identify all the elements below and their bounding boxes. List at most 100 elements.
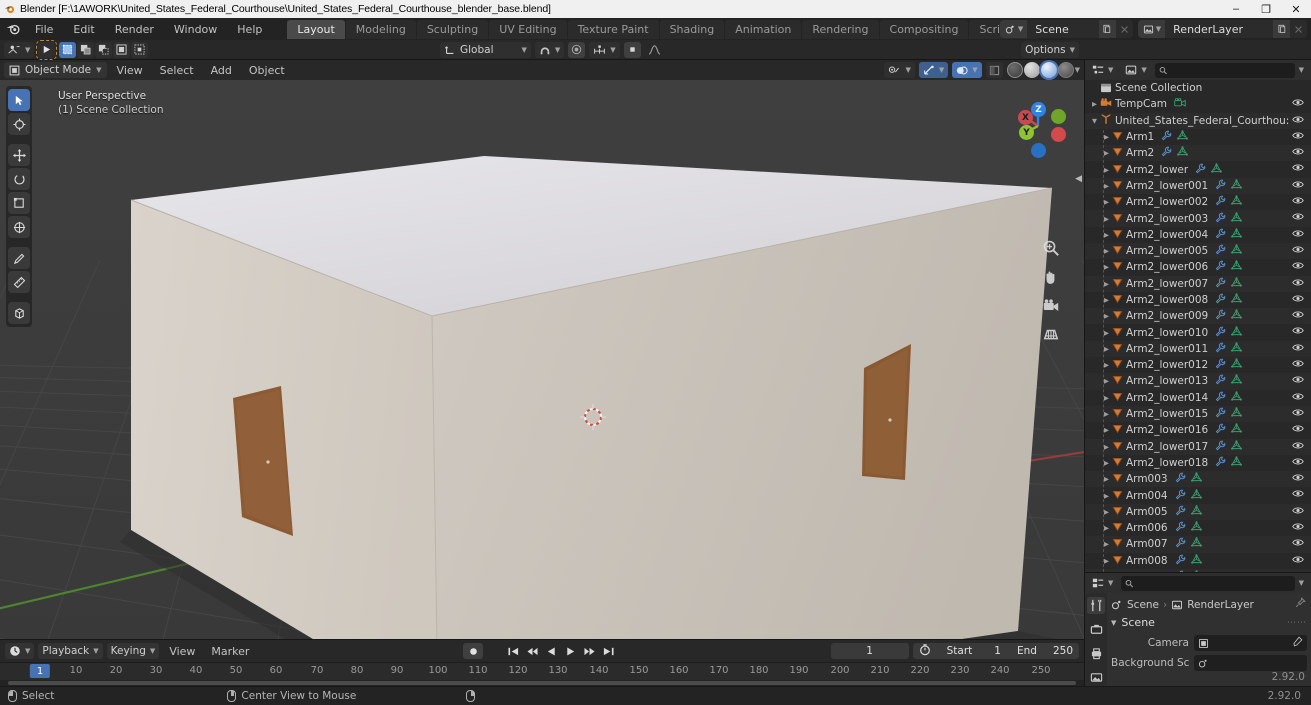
select-box-button[interactable] — [59, 41, 77, 58]
visibility-eye-icon[interactable] — [1292, 196, 1304, 208]
outliner-row[interactable]: ▶ Arm2_lower003 — [1085, 210, 1311, 227]
menu-window[interactable]: Window — [165, 21, 226, 38]
auto-keying-toggle[interactable] — [463, 643, 483, 659]
gizmo-axis-neg-y[interactable] — [1051, 109, 1066, 124]
viewport-options-button[interactable]: Options ▼ — [1021, 41, 1079, 58]
mesh-data-icon[interactable] — [1231, 260, 1243, 274]
visibility-eye-icon[interactable] — [1292, 180, 1304, 192]
outliner-row[interactable]: ▶ Arm2_lower004 — [1085, 227, 1311, 243]
select-subtract-button[interactable] — [95, 41, 113, 58]
next-keyframe-button[interactable] — [581, 643, 597, 659]
tool-cursor-icon[interactable] — [8, 113, 30, 135]
visibility-eye-icon[interactable] — [1292, 212, 1304, 224]
viewport-sidebar-toggle[interactable]: ◀ — [1075, 174, 1082, 184]
properties-search-box[interactable] — [1121, 575, 1295, 591]
modifier-wrench-icon[interactable] — [1215, 423, 1226, 437]
gizmo-axis-neg-x[interactable] — [1051, 127, 1066, 142]
tab-sculpting[interactable]: Sculpting — [416, 19, 489, 39]
outliner-search-box[interactable] — [1154, 62, 1295, 78]
shading-wireframe-button[interactable] — [1006, 62, 1023, 78]
outliner-row[interactable]: ▶ Arm006 — [1085, 520, 1311, 536]
visibility-eye-icon[interactable] — [1292, 245, 1304, 257]
visibility-eye-icon[interactable] — [1292, 392, 1304, 404]
mesh-data-icon[interactable] — [1231, 293, 1243, 307]
visibility-eye-icon[interactable] — [1292, 294, 1304, 306]
modifier-wrench-icon[interactable] — [1195, 163, 1206, 177]
overlays-selector[interactable]: ▼ — [952, 62, 982, 78]
expand-triangle[interactable]: ▶ — [1089, 100, 1100, 108]
3d-viewport[interactable]: User Perspective (1) Scene Collection Z … — [0, 80, 1084, 639]
mesh-data-icon[interactable] — [1190, 553, 1202, 568]
gizmo-selector[interactable]: ▼ — [918, 62, 949, 78]
outliner-row[interactable]: ▶ Arm2_lower009 — [1085, 308, 1311, 325]
mesh-data-icon[interactable] — [1231, 276, 1243, 291]
timeline-editor-type-selector[interactable]: ▼ — [5, 643, 35, 659]
viewlayer-datablock[interactable]: ▼ RenderLayer — [1137, 20, 1307, 38]
falloff-curve-icon[interactable] — [645, 42, 664, 58]
mesh-data-icon[interactable] — [1190, 537, 1202, 551]
modifier-wrench-icon[interactable] — [1215, 212, 1226, 226]
visibility-eye-icon[interactable] — [1292, 424, 1304, 436]
menu-file[interactable]: File — [26, 21, 62, 38]
tool-scale-icon[interactable] — [8, 192, 30, 214]
visibility-eye-icon[interactable] — [1292, 571, 1304, 572]
mesh-data-icon[interactable] — [1231, 456, 1243, 470]
modifier-wrench-icon[interactable] — [1175, 537, 1186, 551]
modifier-wrench-icon[interactable] — [1215, 293, 1226, 307]
modifier-wrench-icon[interactable] — [1215, 374, 1226, 388]
tab-output-properties[interactable] — [1087, 645, 1105, 662]
visibility-eye-icon[interactable] — [1292, 261, 1304, 273]
visibility-eye-icon[interactable] — [1292, 522, 1304, 534]
outliner-filter-caret[interactable]: ▼ — [1299, 66, 1304, 74]
tool-preset-button[interactable] — [36, 39, 58, 60]
tool-select-box-icon[interactable] — [8, 89, 30, 111]
mesh-data-icon[interactable] — [1231, 179, 1243, 193]
timeline-scroll-thumb[interactable] — [8, 681, 1076, 685]
expand-triangle[interactable]: ▼ — [1089, 117, 1100, 125]
outliner-row[interactable]: ▶ Arm2_lower007 — [1085, 275, 1311, 292]
background-scene-field-input[interactable] — [1194, 655, 1307, 671]
outliner-row[interactable]: ▶ Arm2_lower008 — [1085, 292, 1311, 308]
outliner-row[interactable]: ▶ Arm2_lower015 — [1085, 405, 1311, 423]
outliner-row[interactable]: ▶ Arm2_lower011 — [1085, 340, 1311, 358]
tool-annotate-icon[interactable] — [8, 247, 30, 269]
visibility-eye-icon[interactable] — [1292, 457, 1304, 469]
tool-measure-icon[interactable] — [8, 271, 30, 293]
modifier-wrench-icon[interactable] — [1161, 130, 1172, 144]
outliner-row[interactable]: ▶ Arm2 — [1085, 145, 1311, 162]
mesh-data-icon[interactable] — [1231, 244, 1243, 258]
mesh-data-icon[interactable] — [1190, 521, 1202, 535]
camera-field-input[interactable] — [1194, 635, 1307, 651]
visibility-eye-icon[interactable] — [1292, 506, 1304, 518]
tab-rendering[interactable]: Rendering — [802, 19, 879, 39]
outliner-row[interactable]: ▶ Arm2_lower006 — [1085, 259, 1311, 275]
properties-search-input[interactable] — [1136, 577, 1291, 589]
active-tool-selector[interactable]: ▼ — [4, 41, 35, 58]
outliner-editor-type-selector[interactable]: ▼ — [1088, 62, 1118, 78]
mesh-data-icon[interactable] — [1191, 570, 1202, 572]
play-button[interactable] — [562, 643, 578, 659]
tab-shading[interactable]: Shading — [659, 19, 725, 39]
pan-hand-icon[interactable] — [1041, 267, 1061, 287]
camera-view-icon[interactable] — [1041, 296, 1061, 316]
modifier-wrench-icon[interactable] — [1175, 505, 1186, 519]
viewport-menu-add[interactable]: Add — [204, 63, 239, 78]
timeline-menu-view[interactable]: View — [163, 644, 201, 659]
outliner-tree[interactable]: Scene Collection ▶ TempCam ▼ United_States_… — [1085, 80, 1311, 572]
visibility-eye-icon[interactable] — [1292, 359, 1304, 371]
visibility-eye-icon[interactable] — [1292, 163, 1304, 175]
outliner-display-mode-selector[interactable]: ▼ — [1121, 62, 1151, 78]
properties-editor-type-selector[interactable]: ▼ — [1088, 575, 1118, 591]
visibility-eye-icon[interactable] — [1292, 147, 1304, 159]
tab-compositing[interactable]: Compositing — [879, 19, 969, 39]
current-frame-field[interactable]: 1 — [830, 643, 909, 659]
gizmo-axis-y[interactable]: Y — [1019, 125, 1034, 140]
mesh-data-icon[interactable] — [1231, 342, 1243, 356]
visibility-eye-icon[interactable] — [1292, 441, 1304, 453]
tool-rotate-icon[interactable] — [8, 168, 30, 190]
mesh-data-icon[interactable] — [1231, 439, 1243, 454]
camera-data-icon[interactable] — [1174, 97, 1186, 111]
use-preview-range-icon[interactable] — [919, 643, 931, 659]
outliner-row[interactable]: ▶ Arm2_lower001 — [1085, 177, 1311, 195]
shading-solid-button[interactable] — [1023, 62, 1040, 78]
